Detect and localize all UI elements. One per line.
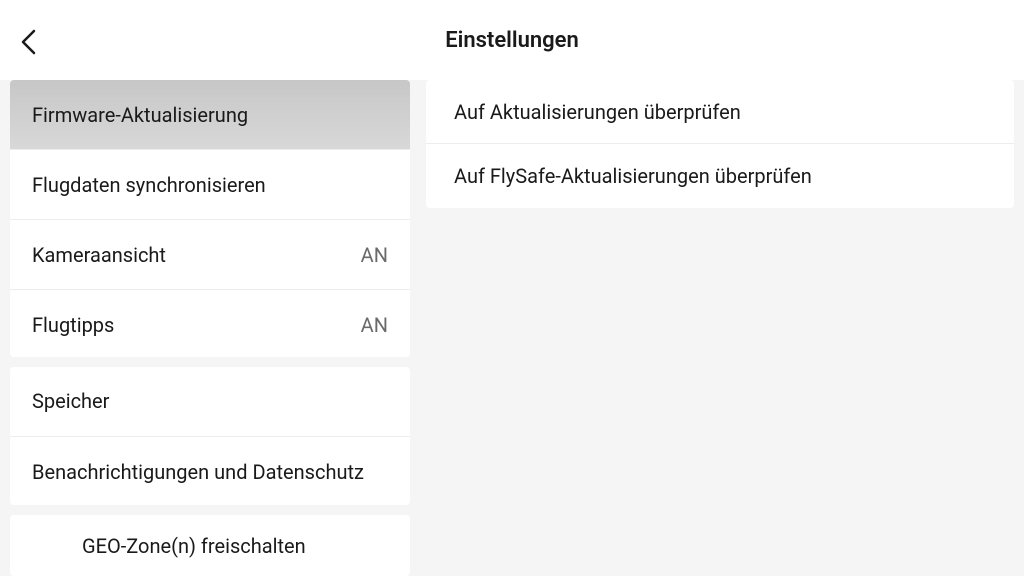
sidebar-item-flight-tips[interactable]: Flugtipps AN xyxy=(10,290,410,357)
sidebar-item-firmware-update[interactable]: Firmware-Aktualisierung xyxy=(10,80,410,150)
sidebar-item-value: AN xyxy=(361,313,388,337)
detail-item-check-flysafe-updates[interactable]: Auf FlySafe-Aktualisierungen überprüfen xyxy=(426,144,1014,208)
sidebar-item-label: Flugtipps xyxy=(32,313,114,337)
sidebar-item-label: Flugdaten synchronisieren xyxy=(32,173,266,197)
sidebar-item-value: AN xyxy=(361,243,388,267)
sidebar-item-camera-view[interactable]: Kameraansicht AN xyxy=(10,220,410,290)
detail-item-label: Auf FlySafe-Aktualisierungen überprüfen xyxy=(454,164,812,188)
content-area: Firmware-Aktualisierung Flugdaten synchr… xyxy=(0,80,1024,576)
detail-group: Auf Aktualisierungen überprüfen Auf FlyS… xyxy=(426,80,1014,208)
sidebar-group-0: Firmware-Aktualisierung Flugdaten synchr… xyxy=(10,80,410,357)
detail-item-label: Auf Aktualisierungen überprüfen xyxy=(454,100,741,124)
sidebar-item-notifications-privacy[interactable]: Benachrichtigungen und Datenschutz xyxy=(10,437,410,505)
sidebar-item-label: GEO-Zone(n) freischalten xyxy=(82,534,306,558)
sidebar-item-unlock-geo-zones[interactable]: GEO-Zone(n) freischalten xyxy=(10,515,410,576)
sidebar-group-1: Speicher Benachrichtigungen und Datensch… xyxy=(10,367,410,505)
chevron-left-icon xyxy=(20,28,38,56)
sidebar-item-flight-data-sync[interactable]: Flugdaten synchronisieren xyxy=(10,150,410,220)
header: Einstellungen xyxy=(0,0,1024,80)
sidebar-item-label: Benachrichtigungen und Datenschutz xyxy=(32,460,364,484)
sidebar-item-label: Firmware-Aktualisierung xyxy=(32,103,248,127)
page-title: Einstellungen xyxy=(0,28,1024,53)
detail-item-check-updates[interactable]: Auf Aktualisierungen überprüfen xyxy=(426,80,1014,144)
sidebar-item-label: Kameraansicht xyxy=(32,243,166,267)
sidebar-item-label: Speicher xyxy=(32,389,109,413)
back-button[interactable] xyxy=(20,28,38,60)
sidebar: Firmware-Aktualisierung Flugdaten synchr… xyxy=(0,80,410,576)
sidebar-group-2: GEO-Zone(n) freischalten xyxy=(10,515,410,576)
detail-panel: Auf Aktualisierungen überprüfen Auf FlyS… xyxy=(426,80,1024,576)
sidebar-item-storage[interactable]: Speicher xyxy=(10,367,410,437)
